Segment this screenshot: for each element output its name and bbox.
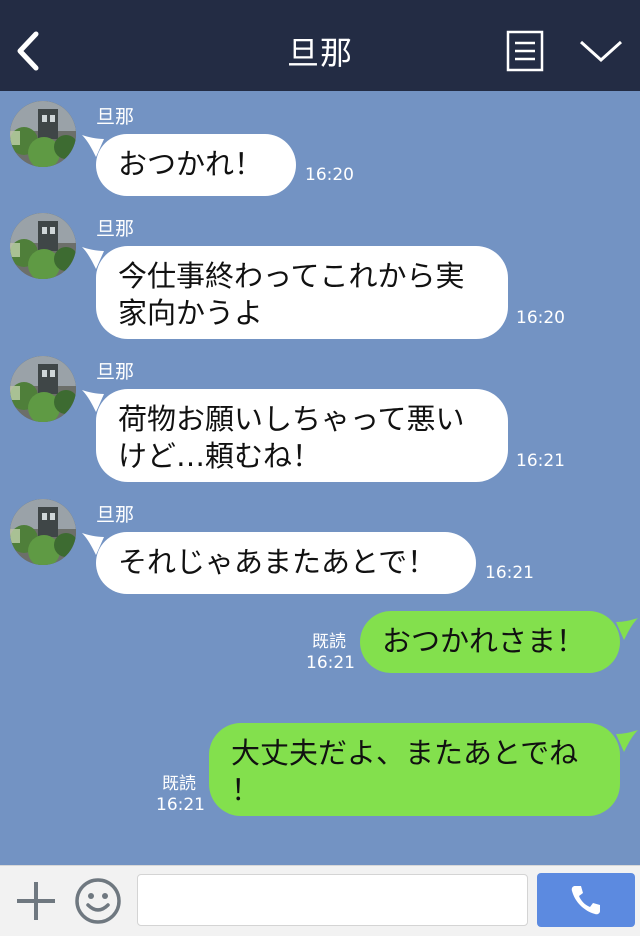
message-time: 16:20	[516, 308, 565, 328]
chevron-down-icon[interactable]	[578, 36, 624, 66]
menu-icon[interactable]	[506, 30, 544, 72]
message-list[interactable]: 旦那 おつかれ！ 16:20 旦那 今仕事終わってこれから実 家向かうよ 16:…	[0, 91, 640, 865]
avatar[interactable]	[10, 101, 76, 167]
message-text: 荷物お願いしちゃって悪い	[118, 402, 465, 436]
message-text: 大丈夫だよ、またあとでね	[231, 736, 579, 770]
avatar-image	[10, 356, 76, 422]
message-bubble[interactable]: おつかれ！	[96, 134, 296, 196]
message-time: 16:21	[485, 563, 534, 583]
avatar-image	[10, 101, 76, 167]
call-button[interactable]	[537, 873, 635, 927]
sender-name: 旦那	[96, 504, 135, 526]
message-time: 16:21	[306, 653, 355, 673]
message-time: 16:21	[156, 795, 205, 815]
message-text: 家向かうよ	[118, 296, 264, 330]
message-bubble[interactable]: 大丈夫だよ、またあとでね ！	[209, 723, 620, 816]
phone-icon	[571, 886, 600, 915]
message-text: それじゃあまたあとで！	[118, 545, 437, 579]
read-label: 既読	[162, 774, 196, 794]
avatar[interactable]	[10, 213, 76, 279]
avatar[interactable]	[10, 356, 76, 422]
message-bubble[interactable]: 今仕事終わってこれから実 家向かうよ	[96, 246, 508, 339]
message-time: 16:20	[305, 165, 354, 185]
message-time: 16:21	[516, 451, 565, 471]
read-receipt: 既読 16:21	[306, 632, 355, 674]
message-text: おつかれさま！	[382, 624, 586, 658]
bubble-tail	[616, 618, 638, 640]
message-bubble[interactable]: おつかれさま！	[360, 611, 620, 673]
avatar-image	[10, 499, 76, 565]
avatar-image	[10, 213, 76, 279]
message-input[interactable]	[137, 874, 528, 926]
smile-icon[interactable]	[74, 877, 122, 925]
chat-header: 旦那	[0, 0, 640, 91]
message-bubble[interactable]: 荷物お願いしちゃって悪い けど…頼むね！	[96, 389, 508, 482]
read-receipt: 既読 16:21	[156, 774, 205, 816]
message-bubble[interactable]: それじゃあまたあとで！	[96, 532, 476, 594]
message-text: けど…頼むね！	[118, 439, 322, 473]
message-text: 今仕事終わってこれから実	[118, 259, 465, 293]
plus-icon[interactable]	[14, 879, 58, 923]
message-composer	[0, 865, 640, 936]
chat-title: 旦那	[286, 34, 353, 72]
bubble-tail	[616, 730, 638, 752]
message-text: ！	[231, 773, 261, 807]
sender-name: 旦那	[96, 218, 135, 240]
avatar[interactable]	[10, 499, 76, 565]
sender-name: 旦那	[96, 361, 135, 383]
message-text: おつかれ！	[118, 147, 264, 181]
read-label: 既読	[312, 632, 346, 652]
sender-name: 旦那	[96, 106, 135, 128]
